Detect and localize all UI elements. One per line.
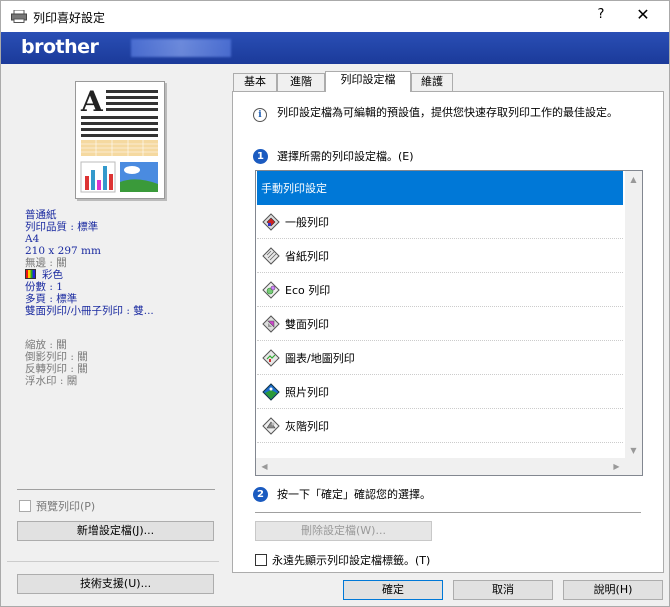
preview-print-label: 預覽列印(P) xyxy=(36,500,96,513)
page-preview-image: A xyxy=(80,85,158,193)
svg-text:A: A xyxy=(80,85,104,118)
eco-print-icon xyxy=(262,280,280,299)
color-mode: 彩色 xyxy=(25,269,154,281)
photo-print-icon xyxy=(262,382,280,401)
paper-dimensions: 210 x 297 mm xyxy=(25,245,101,257)
paper-size: A4 xyxy=(25,233,40,245)
tab-basic[interactable]: 基本 xyxy=(233,73,277,91)
scroll-down-icon[interactable]: ▼ xyxy=(625,442,642,459)
model-name-blurred xyxy=(131,39,231,57)
scroll-up-icon[interactable]: ▲ xyxy=(625,171,642,188)
tab-maintenance[interactable]: 維護 xyxy=(411,73,453,91)
printer-icon xyxy=(11,10,27,23)
cancel-button[interactable]: 取消 xyxy=(453,580,553,600)
ok-button[interactable]: 確定 xyxy=(343,580,443,600)
delete-profile-button[interactable]: 刪除設定檔(W)... xyxy=(255,521,432,541)
reverse-print-setting: 反轉列印 : 關 xyxy=(25,363,88,375)
duplex-print-icon xyxy=(262,314,280,333)
profile-item-eco[interactable]: Eco 列印 xyxy=(257,273,623,307)
copies: 份數 : 1 xyxy=(25,281,63,293)
profiles-description: i 列印設定檔為可編輯的預設值，提供您快速存取列印工作的最佳設定。 xyxy=(253,106,643,122)
profile-list-vertical-scrollbar[interactable]: ▲ ▼ xyxy=(625,171,642,459)
mirror-print-setting: 倒影列印 : 關 xyxy=(25,351,88,363)
print-profiles-panel: i 列印設定檔為可編輯的預設值，提供您快速存取列印工作的最佳設定。 1 選擇所需… xyxy=(232,91,664,573)
duplex-setting: 雙面列印/小冊子列印 : 雙... xyxy=(25,305,154,317)
always-show-checkbox-row[interactable]: 永遠先顯示列印設定檔標籤。(T) xyxy=(255,552,430,568)
step-1-label: 選擇所需的列印設定檔。(E) xyxy=(277,150,414,163)
profile-item-general[interactable]: 一般列印 xyxy=(257,205,623,239)
paper-saving-icon xyxy=(262,246,280,265)
chart-map-print-icon xyxy=(262,348,280,367)
window-title: 列印喜好設定 xyxy=(33,11,106,25)
left-bottom-separator xyxy=(7,561,219,562)
watermark-setting: 浮水印 : 關 xyxy=(25,375,78,387)
step-2-icon: 2 xyxy=(253,486,268,502)
add-profile-button[interactable]: 新增設定檔(J)... xyxy=(17,521,214,541)
title-bar: 列印喜好設定 ? ✕ xyxy=(1,1,669,32)
technical-support-button[interactable]: 技術支援(U)... xyxy=(17,574,214,594)
page-preview: A xyxy=(75,81,165,199)
close-button[interactable]: ✕ xyxy=(631,5,655,24)
left-panel: A 普通紙 列印品質: 標準 A4 210 x 297 mm 無邊: 關 彩… xyxy=(7,71,219,601)
step-1: 1 選擇所需的列印設定檔。(E) xyxy=(253,148,414,164)
panel-separator xyxy=(255,512,641,513)
grayscale-print-icon xyxy=(262,416,280,435)
info-icon: i xyxy=(253,108,267,122)
step-2: 2 按一下「確定」確認您的選擇。 xyxy=(253,486,431,502)
profile-item-photo[interactable]: 照片列印 xyxy=(257,375,623,409)
tab-advanced[interactable]: 進階 xyxy=(277,73,325,91)
media-type: 普通紙 xyxy=(25,209,57,221)
brand-banner: brother xyxy=(1,32,669,64)
profile-item-paper-saving[interactable]: 省紙列印 xyxy=(257,239,623,273)
profile-item-chart-map[interactable]: 圖表/地圖列印 xyxy=(257,341,623,375)
profile-item-manual[interactable]: 手動列印設定 xyxy=(257,171,623,205)
preview-print-checkbox[interactable] xyxy=(19,500,31,512)
color-icon xyxy=(25,269,36,279)
help-button[interactable]: 說明(H) xyxy=(563,580,663,600)
tab-print-profiles[interactable]: 列印設定檔 xyxy=(325,71,411,92)
scroll-left-icon[interactable]: ◀ xyxy=(256,458,273,475)
profile-item-grayscale[interactable]: 灰階列印 xyxy=(257,409,623,443)
general-print-icon xyxy=(262,212,280,231)
step-1-icon: 1 xyxy=(253,148,268,164)
multiple-page: 多頁 : 標準 xyxy=(25,293,78,305)
borderless-setting: 無邊 : 關 xyxy=(25,257,67,269)
print-preferences-window: 列印喜好設定 ? ✕ brother A 普通紙 列印品質: 標準 A4 21… xyxy=(0,0,670,607)
step-2-label: 按一下「確定」確認您的選擇。 xyxy=(277,488,431,501)
scroll-right-icon[interactable]: ▶ xyxy=(608,458,625,475)
always-show-label: 永遠先顯示列印設定檔標籤。(T) xyxy=(272,554,431,567)
scaling-setting: 縮放 : 關 xyxy=(25,339,67,351)
profile-item-duplex[interactable]: 雙面列印 xyxy=(257,307,623,341)
print-quality: 列印品質 : 標準 xyxy=(25,221,99,233)
left-separator xyxy=(17,489,215,490)
profile-list[interactable]: 手動列印設定 一般列印 省紙列印 Eco 列印 雙面列印 圖表/地圖列印 照片列… xyxy=(255,170,643,476)
preview-print-checkbox-row[interactable]: 預覽列印(P) xyxy=(19,498,95,514)
help-title-button[interactable]: ? xyxy=(591,7,611,22)
always-show-checkbox[interactable] xyxy=(255,554,267,566)
profile-list-horizontal-scrollbar[interactable]: ◀ ▶ xyxy=(256,458,642,475)
brother-logo: brother xyxy=(21,36,99,58)
settings-summary: 普通紙 列印品質 : 標準 A4 210 x 297 mm 無邊 : 關 彩色 … xyxy=(25,209,154,387)
